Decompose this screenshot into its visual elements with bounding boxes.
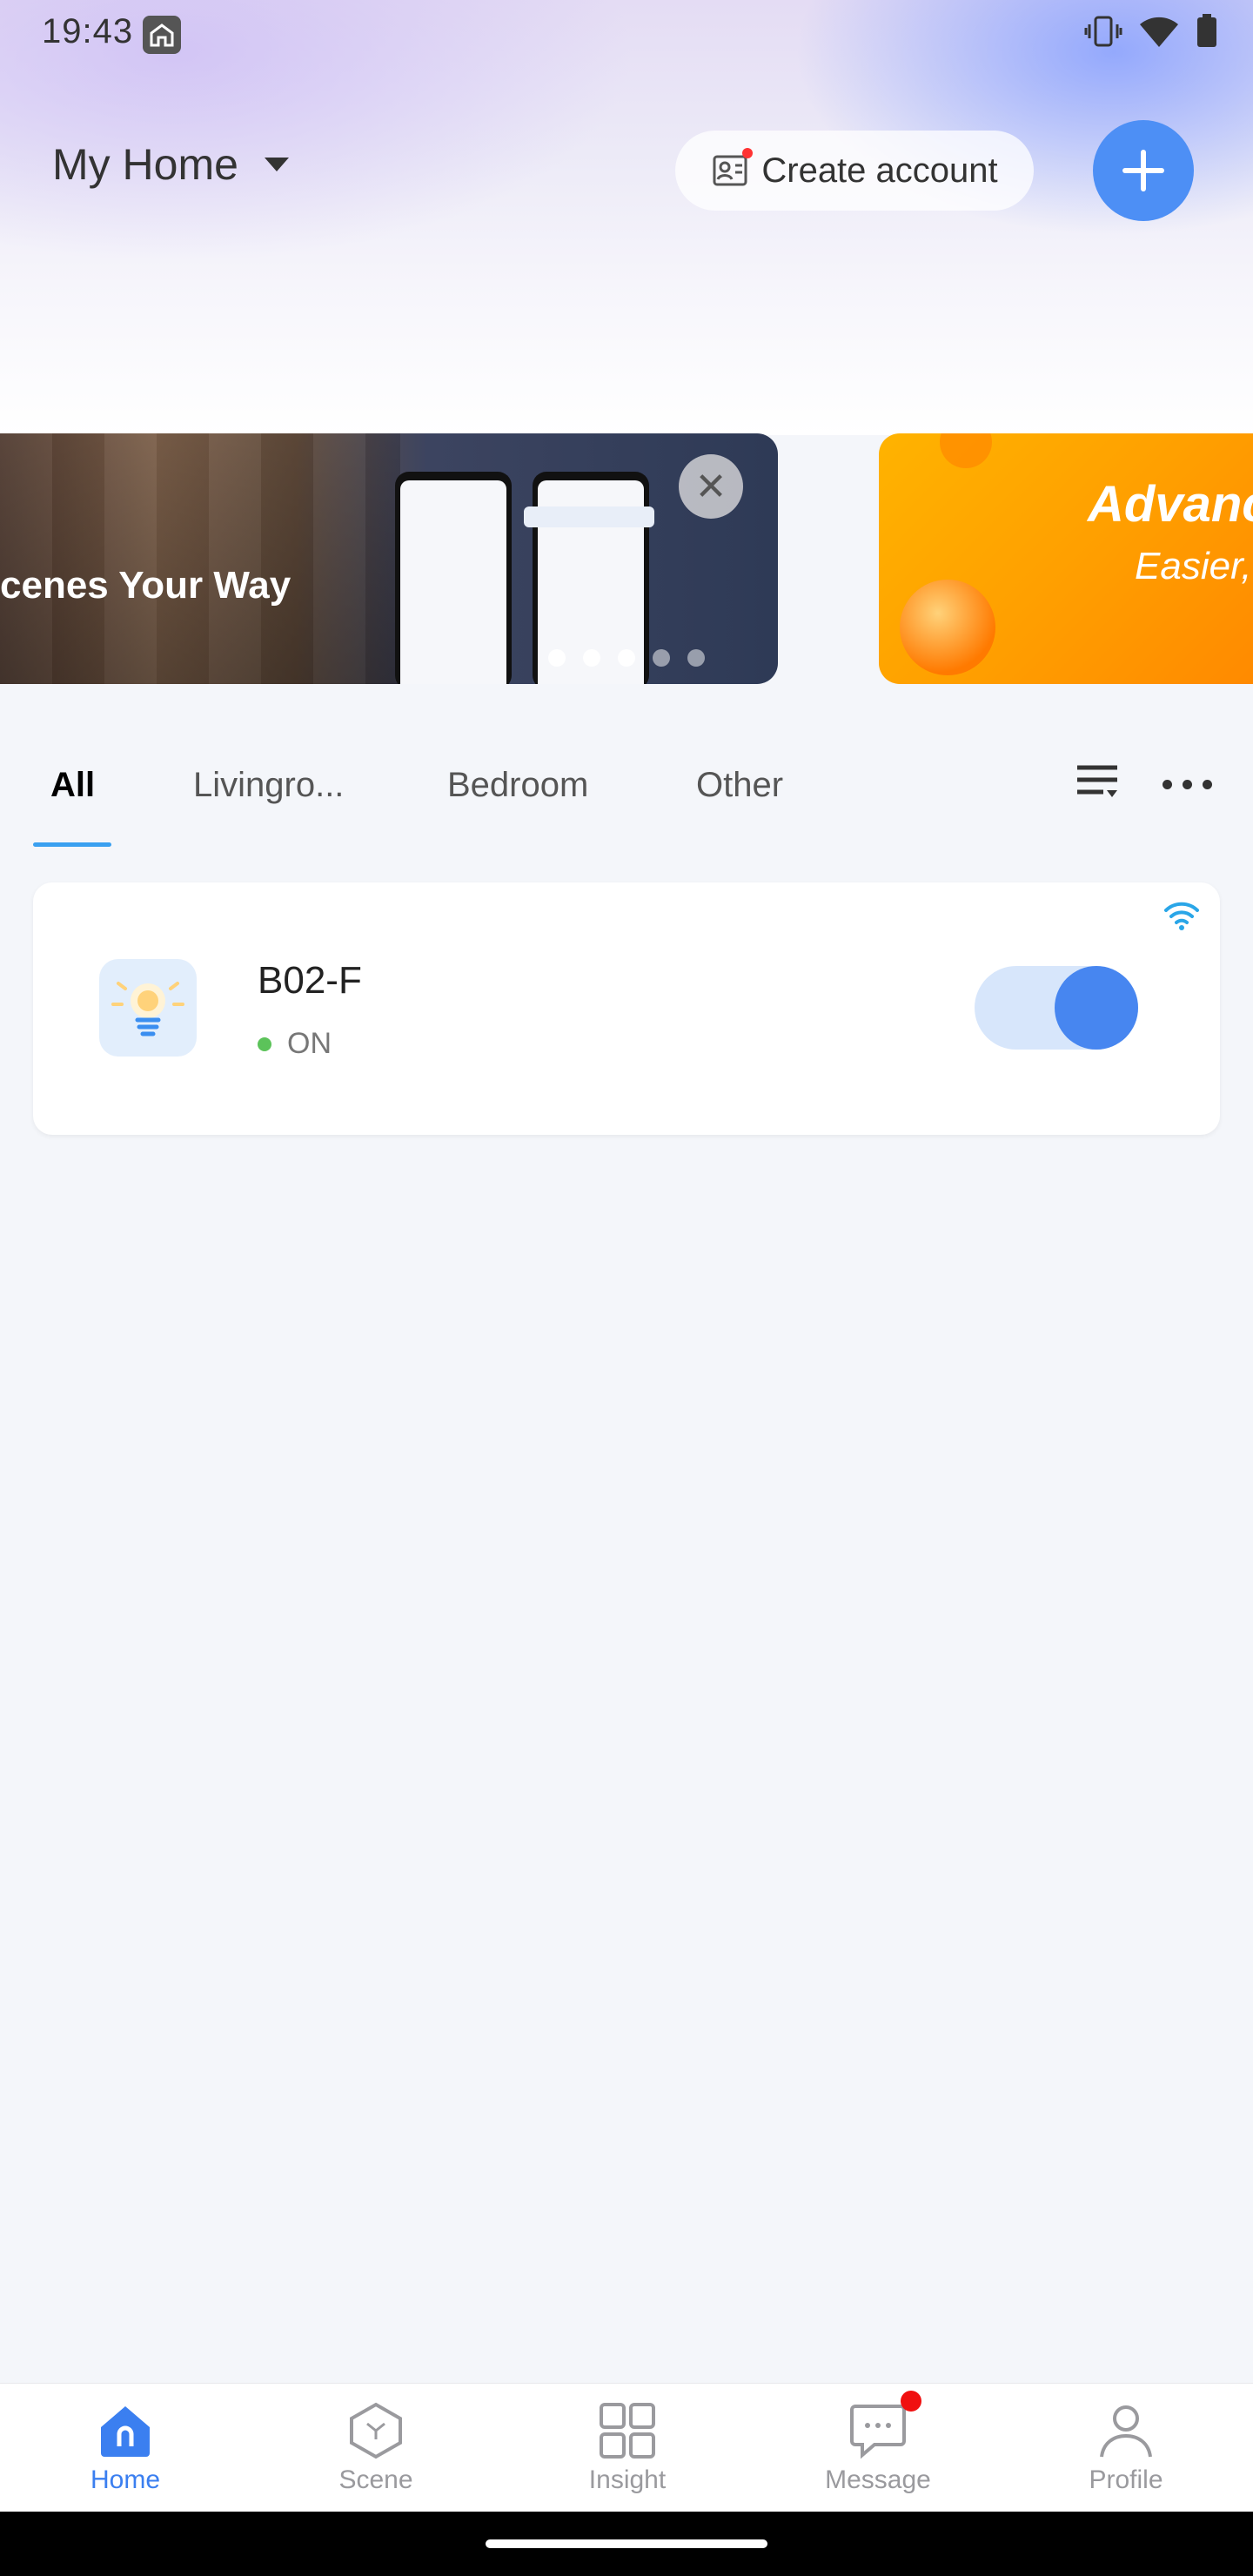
add-device-button[interactable] — [1093, 120, 1194, 221]
device-status: ON — [258, 1027, 332, 1061]
carousel-dot — [548, 649, 566, 667]
carousel-indicators — [548, 649, 705, 667]
chevron-down-icon — [264, 158, 289, 171]
sort-list-icon[interactable] — [1075, 762, 1121, 802]
device-name: B02-F — [258, 959, 362, 1002]
nav-scene[interactable]: Scene — [306, 2401, 446, 2495]
battery-icon — [1197, 14, 1216, 47]
carousel-dot — [687, 649, 705, 667]
message-icon — [848, 2391, 921, 2460]
home-name: My Home — [52, 140, 238, 189]
online-indicator — [258, 1036, 271, 1051]
close-banner-button[interactable]: ✕ — [679, 454, 743, 519]
tab-all[interactable]: All — [50, 766, 95, 805]
gesture-handle[interactable] — [486, 2539, 767, 2548]
status-bar: 19:43 — [0, 0, 1253, 73]
carousel-dot — [618, 649, 635, 667]
status-icons — [1084, 14, 1218, 49]
nav-insight-label: Insight — [588, 2465, 667, 2494]
promo-banner[interactable]: cenes Your Way — [0, 433, 778, 684]
banner2-title: Advanc — [1088, 476, 1253, 533]
banner2-subtitle: Easier, — [1135, 545, 1252, 587]
tab-livingroom[interactable]: Livingro... — [193, 766, 344, 805]
toggle-knob — [1055, 966, 1138, 1050]
account-card-icon — [711, 148, 754, 190]
device-card[interactable]: B02-F ON — [33, 882, 1220, 1135]
nav-scene-label: Scene — [338, 2465, 413, 2494]
profile-icon — [1096, 2401, 1156, 2460]
lightbulb-icon — [99, 959, 197, 1057]
banner-chip — [524, 506, 654, 527]
decor-orb — [900, 580, 995, 675]
room-tabs: All Livingro... Bedroom Other — [0, 719, 1253, 849]
nav-home[interactable]: Home — [56, 2401, 195, 2495]
insight-icon — [598, 2401, 657, 2460]
wifi-status-icon — [1140, 17, 1178, 47]
more-options-icon[interactable] — [1163, 780, 1212, 789]
tab-bedroom[interactable]: Bedroom — [447, 766, 588, 805]
home-selector[interactable]: My Home — [52, 139, 289, 190]
carousel-dot — [583, 649, 600, 667]
create-account-label: Create account — [761, 151, 998, 190]
device-power-toggle[interactable] — [975, 966, 1138, 1050]
nav-profile-label: Profile — [1089, 2465, 1163, 2494]
vibrate-icon — [1084, 16, 1122, 47]
scene-icon — [346, 2401, 405, 2460]
device-status-text: ON — [287, 1027, 332, 1060]
nav-insight[interactable]: Insight — [558, 2401, 697, 2495]
message-badge — [901, 2391, 921, 2412]
home-icon — [96, 2401, 155, 2460]
tab-other[interactable]: Other — [696, 766, 783, 805]
banner-title: cenes Your Way — [0, 564, 291, 607]
nav-profile[interactable]: Profile — [1056, 2401, 1196, 2495]
nav-message[interactable]: Message — [808, 2391, 948, 2495]
carousel-dot — [653, 649, 670, 667]
phone-mockup — [395, 472, 512, 684]
nav-message-label: Message — [825, 2465, 931, 2494]
nav-home-label: Home — [90, 2465, 161, 2494]
active-tab-indicator — [33, 842, 111, 847]
bottom-navigation: Home Scene Insight Message Profile — [0, 2383, 1253, 2512]
notification-dot — [742, 148, 754, 158]
banner-image — [0, 433, 400, 684]
create-account-button[interactable]: Create account — [675, 131, 1034, 211]
wifi-icon — [1164, 902, 1199, 930]
decor-orb — [940, 433, 992, 468]
status-time: 19:43 — [42, 12, 134, 50]
promo-banner-advanced[interactable]: Advanc Easier, — [879, 433, 1253, 684]
home-app-notification-icon — [143, 16, 181, 54]
close-icon: ✕ — [694, 465, 727, 508]
